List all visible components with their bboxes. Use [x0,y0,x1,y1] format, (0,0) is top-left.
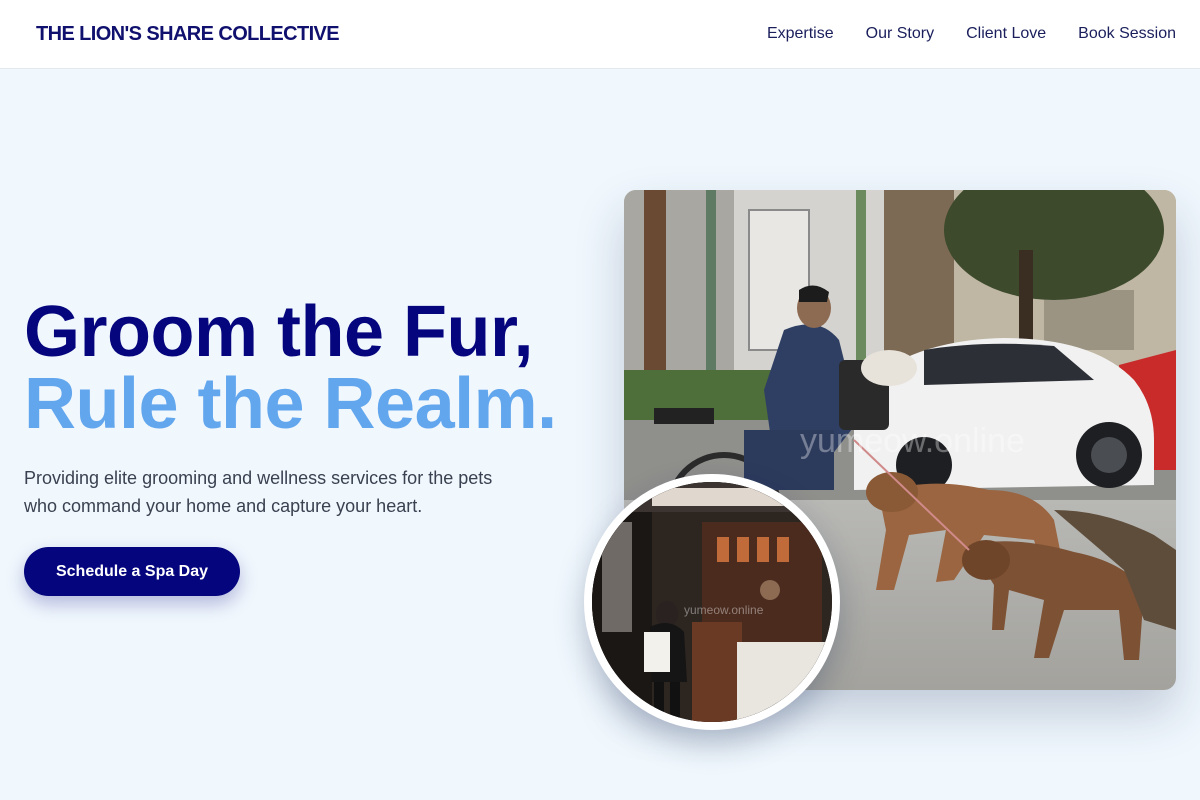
nav-link-our-story[interactable]: Our Story [866,25,934,43]
nav-link-expertise[interactable]: Expertise [767,25,834,43]
hero-title-line2: Rule the Realm. [24,364,557,444]
site-header: THE LION'S SHARE COLLECTIVE Expertise Ou… [0,0,1200,69]
schedule-spa-day-button[interactable]: Schedule a Spa Day [24,547,240,596]
inset-photo-watermark: yumeow.online [684,603,764,617]
nav-link-book-session[interactable]: Book Session [1078,25,1176,43]
brand-logo[interactable]: THE LION'S SHARE COLLECTIVE [36,23,340,46]
inset-photo-shop-front: yumeow.online [584,474,840,730]
hero-title: Groom the Fur, Rule the Realm. [24,296,557,440]
hero-title-line1: Groom the Fur, [24,292,534,372]
hero-subtitle: Providing elite grooming and wellness se… [24,468,493,516]
nav-link-client-love[interactable]: Client Love [966,25,1046,43]
main-photo-watermark: yumeow.online [800,422,1025,460]
main-nav: Expertise Our Story Client Love Book Ses… [767,25,1176,43]
